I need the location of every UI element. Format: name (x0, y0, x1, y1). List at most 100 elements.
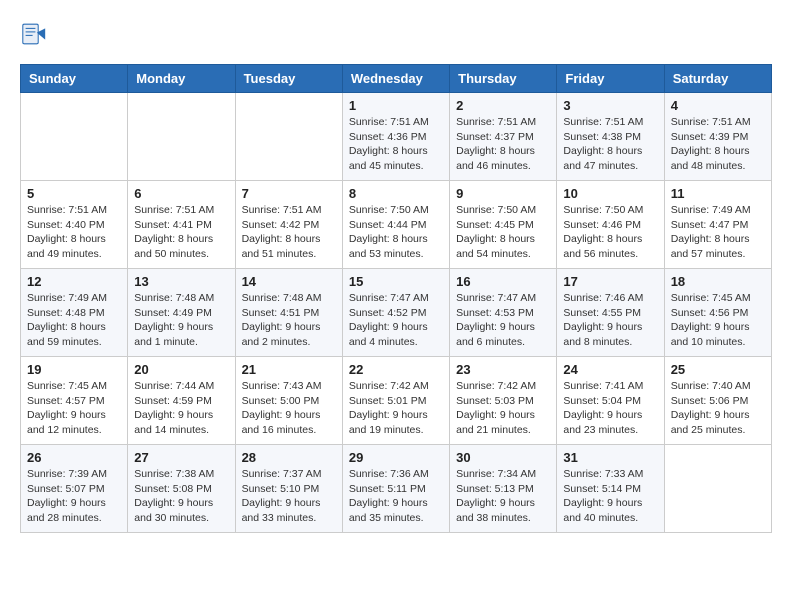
day-info: Sunrise: 7:37 AM Sunset: 5:10 PM Dayligh… (242, 467, 336, 526)
day-number: 31 (563, 450, 657, 465)
calendar-cell (664, 445, 771, 533)
week-row-5: 26 Sunrise: 7:39 AM Sunset: 5:07 PM Dayli… (21, 445, 772, 533)
calendar-cell: 31 Sunrise: 7:33 AM Sunset: 5:14 PM Dayli… (557, 445, 664, 533)
day-number: 30 (456, 450, 550, 465)
weekday-header-saturday: Saturday (664, 65, 771, 93)
calendar-cell: 28Sunrise: 7:37 AM Sunset: 5:10 PM Dayli… (235, 445, 342, 533)
day-info: Sunrise: 7:46 AM Sunset: 4:55 PM Dayligh… (563, 291, 657, 350)
day-info: Sunrise: 7:51 AM Sunset: 4:37 PM Dayligh… (456, 115, 550, 174)
day-number: 9 (456, 186, 550, 201)
calendar-cell: 8 Sunrise: 7:50 AM Sunset: 4:44 PM Daylig… (342, 181, 449, 269)
day-info: Sunrise: 7:41 AM Sunset: 5:04 PM Dayligh… (563, 379, 657, 438)
day-info: Sunrise: 7:36 AM Sunset: 5:11 PM Dayligh… (349, 467, 443, 526)
calendar-cell: 20 Sunrise: 7:44 AM Sunset: 4:59 PM Dayli… (128, 357, 235, 445)
day-number: 16 (456, 274, 550, 289)
day-info: Sunrise: 7:50 AM Sunset: 4:46 PM Dayligh… (563, 203, 657, 262)
weekday-header-tuesday: Tuesday (235, 65, 342, 93)
day-info: Sunrise: 7:48 AM Sunset: 4:51 PM Dayligh… (242, 291, 336, 350)
day-info: Sunrise: 7:44 AM Sunset: 4:59 PM Dayligh… (134, 379, 228, 438)
calendar-cell: 17 Sunrise: 7:46 AM Sunset: 4:55 PM Dayli… (557, 269, 664, 357)
calendar-cell (21, 93, 128, 181)
day-number: 10 (563, 186, 657, 201)
day-number: 6 (134, 186, 228, 201)
day-info: Sunrise: 7:50 AM Sunset: 4:45 PM Dayligh… (456, 203, 550, 262)
day-info: Sunrise: 7:39 AM Sunset: 5:07 PM Dayligh… (27, 467, 121, 526)
calendar-cell: 3Sunrise: 7:51 AM Sunset: 4:38 PM Daylig… (557, 93, 664, 181)
day-number: 2 (456, 98, 550, 113)
day-number: 5 (27, 186, 121, 201)
day-number: 12 (27, 274, 121, 289)
logo-icon (20, 20, 48, 48)
calendar-cell: 29 Sunrise: 7:36 AM Sunset: 5:11 PM Dayli… (342, 445, 449, 533)
day-number: 4 (671, 98, 765, 113)
weekday-header-monday: Monday (128, 65, 235, 93)
day-info: Sunrise: 7:42 AM Sunset: 5:01 PM Dayligh… (349, 379, 443, 438)
day-number: 20 (134, 362, 228, 377)
day-info: Sunrise: 7:43 AM Sunset: 5:00 PM Dayligh… (242, 379, 336, 438)
calendar-cell: 12Sunrise: 7:49 AM Sunset: 4:48 PM Dayli… (21, 269, 128, 357)
calendar-cell: 26 Sunrise: 7:39 AM Sunset: 5:07 PM Dayli… (21, 445, 128, 533)
calendar-cell: 10 Sunrise: 7:50 AM Sunset: 4:46 PM Dayli… (557, 181, 664, 269)
calendar-cell: 1 Sunrise: 7:51 AM Sunset: 4:36 PM Daylig… (342, 93, 449, 181)
calendar-cell: 4Sunrise: 7:51 AM Sunset: 4:39 PM Daylig… (664, 93, 771, 181)
day-number: 29 (349, 450, 443, 465)
day-number: 1 (349, 98, 443, 113)
day-info: Sunrise: 7:47 AM Sunset: 4:52 PM Dayligh… (349, 291, 443, 350)
day-number: 21 (242, 362, 336, 377)
calendar-cell (128, 93, 235, 181)
week-row-4: 19 Sunrise: 7:45 AM Sunset: 4:57 PM Dayli… (21, 357, 772, 445)
day-number: 23 (456, 362, 550, 377)
calendar-cell: 14 Sunrise: 7:48 AM Sunset: 4:51 PM Dayli… (235, 269, 342, 357)
calendar-cell: 30 Sunrise: 7:34 AM Sunset: 5:13 PM Dayli… (450, 445, 557, 533)
day-number: 18 (671, 274, 765, 289)
day-info: Sunrise: 7:47 AM Sunset: 4:53 PM Dayligh… (456, 291, 550, 350)
calendar-cell: 13 Sunrise: 7:48 AM Sunset: 4:49 PM Dayli… (128, 269, 235, 357)
day-number: 26 (27, 450, 121, 465)
logo (20, 20, 52, 48)
calendar-cell: 24 Sunrise: 7:41 AM Sunset: 5:04 PM Dayli… (557, 357, 664, 445)
day-info: Sunrise: 7:38 AM Sunset: 5:08 PM Dayligh… (134, 467, 228, 526)
calendar-cell: 15Sunrise: 7:47 AM Sunset: 4:52 PM Dayli… (342, 269, 449, 357)
weekday-header-thursday: Thursday (450, 65, 557, 93)
day-number: 7 (242, 186, 336, 201)
day-info: Sunrise: 7:40 AM Sunset: 5:06 PM Dayligh… (671, 379, 765, 438)
day-info: Sunrise: 7:42 AM Sunset: 5:03 PM Dayligh… (456, 379, 550, 438)
day-number: 8 (349, 186, 443, 201)
page-header (20, 20, 772, 48)
calendar-cell: 22 Sunrise: 7:42 AM Sunset: 5:01 PM Dayli… (342, 357, 449, 445)
calendar-table: SundayMondayTuesdayWednesdayThursdayFrid… (20, 64, 772, 533)
calendar-cell: 11Sunrise: 7:49 AM Sunset: 4:47 PM Dayli… (664, 181, 771, 269)
day-info: Sunrise: 7:51 AM Sunset: 4:38 PM Dayligh… (563, 115, 657, 174)
day-number: 22 (349, 362, 443, 377)
day-info: Sunrise: 7:51 AM Sunset: 4:36 PM Dayligh… (349, 115, 443, 174)
day-number: 13 (134, 274, 228, 289)
calendar-cell: 5 Sunrise: 7:51 AM Sunset: 4:40 PM Daylig… (21, 181, 128, 269)
calendar-cell: 23 Sunrise: 7:42 AM Sunset: 5:03 PM Dayli… (450, 357, 557, 445)
day-info: Sunrise: 7:45 AM Sunset: 4:56 PM Dayligh… (671, 291, 765, 350)
week-row-3: 12Sunrise: 7:49 AM Sunset: 4:48 PM Dayli… (21, 269, 772, 357)
day-info: Sunrise: 7:51 AM Sunset: 4:42 PM Dayligh… (242, 203, 336, 262)
calendar-cell: 6 Sunrise: 7:51 AM Sunset: 4:41 PM Daylig… (128, 181, 235, 269)
day-number: 14 (242, 274, 336, 289)
calendar-cell: 9 Sunrise: 7:50 AM Sunset: 4:45 PM Daylig… (450, 181, 557, 269)
day-info: Sunrise: 7:34 AM Sunset: 5:13 PM Dayligh… (456, 467, 550, 526)
day-info: Sunrise: 7:33 AM Sunset: 5:14 PM Dayligh… (563, 467, 657, 526)
day-number: 24 (563, 362, 657, 377)
calendar-cell: 7 Sunrise: 7:51 AM Sunset: 4:42 PM Daylig… (235, 181, 342, 269)
day-number: 19 (27, 362, 121, 377)
calendar-cell: 27Sunrise: 7:38 AM Sunset: 5:08 PM Dayli… (128, 445, 235, 533)
weekday-header-row: SundayMondayTuesdayWednesdayThursdayFrid… (21, 65, 772, 93)
day-info: Sunrise: 7:45 AM Sunset: 4:57 PM Dayligh… (27, 379, 121, 438)
calendar-cell: 25Sunrise: 7:40 AM Sunset: 5:06 PM Dayli… (664, 357, 771, 445)
day-number: 11 (671, 186, 765, 201)
day-number: 17 (563, 274, 657, 289)
day-info: Sunrise: 7:48 AM Sunset: 4:49 PM Dayligh… (134, 291, 228, 350)
day-info: Sunrise: 7:50 AM Sunset: 4:44 PM Dayligh… (349, 203, 443, 262)
day-info: Sunrise: 7:51 AM Sunset: 4:41 PM Dayligh… (134, 203, 228, 262)
weekday-header-friday: Friday (557, 65, 664, 93)
calendar-cell: 19 Sunrise: 7:45 AM Sunset: 4:57 PM Dayli… (21, 357, 128, 445)
week-row-1: 1 Sunrise: 7:51 AM Sunset: 4:36 PM Daylig… (21, 93, 772, 181)
day-info: Sunrise: 7:51 AM Sunset: 4:40 PM Dayligh… (27, 203, 121, 262)
weekday-header-wednesday: Wednesday (342, 65, 449, 93)
calendar-cell: 2 Sunrise: 7:51 AM Sunset: 4:37 PM Daylig… (450, 93, 557, 181)
